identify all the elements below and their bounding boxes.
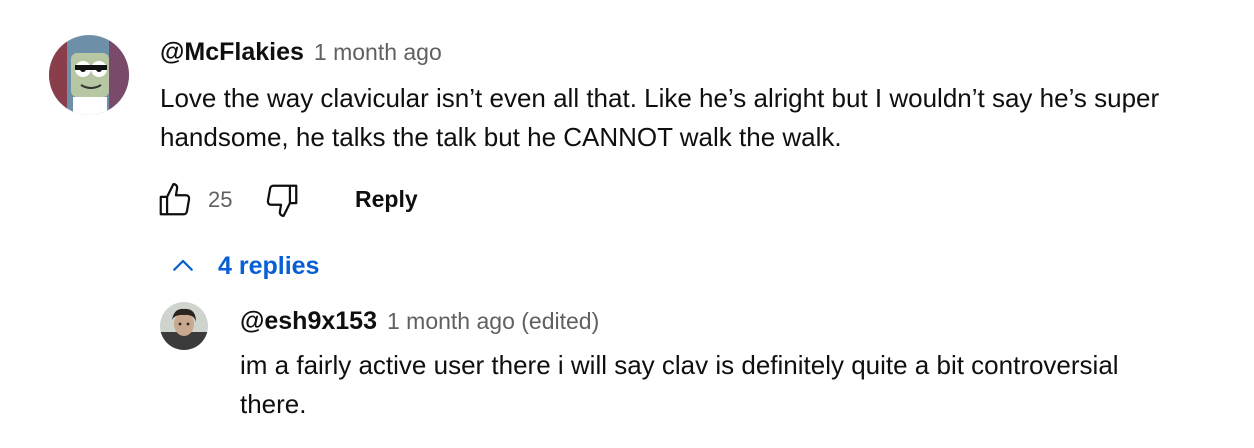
comment-text-line: Love the way clavicular isn’t even all t…	[160, 83, 1160, 113]
dislike-button[interactable]	[262, 180, 302, 220]
reply-text-line: im a fairly active user there i will say…	[240, 350, 1119, 380]
reply-avatar[interactable]	[160, 302, 208, 350]
reply-timestamp[interactable]: 1 month ago (edited)	[387, 308, 599, 335]
chevron-up-icon	[173, 259, 193, 271]
comment-text: Love the way clavicular isn’t even all t…	[160, 79, 1159, 157]
reply-text-line: there.	[240, 389, 307, 419]
reply-button[interactable]: Reply	[355, 186, 418, 213]
comment-author-handle[interactable]: @McFlakies	[160, 38, 304, 67]
reply-text: im a fairly active user there i will say…	[240, 346, 1119, 424]
like-icon	[159, 183, 191, 216]
replies-toggle[interactable]: 4 replies	[168, 251, 319, 281]
comment-header: @McFlakies 1 month ago	[160, 38, 442, 67]
reply-author-handle[interactable]: @esh9x153	[240, 307, 377, 336]
reply-header: @esh9x153 1 month ago (edited)	[240, 307, 599, 336]
avatar[interactable]	[49, 35, 129, 115]
like-button[interactable]	[155, 180, 195, 220]
like-count: 25	[208, 187, 233, 212]
comment-text-line: handsome, he talks the talk but he CANNO…	[160, 122, 842, 152]
comment-timestamp[interactable]: 1 month ago	[314, 39, 442, 66]
dislike-icon	[266, 184, 298, 217]
replies-count-label: 4 replies	[218, 251, 320, 280]
